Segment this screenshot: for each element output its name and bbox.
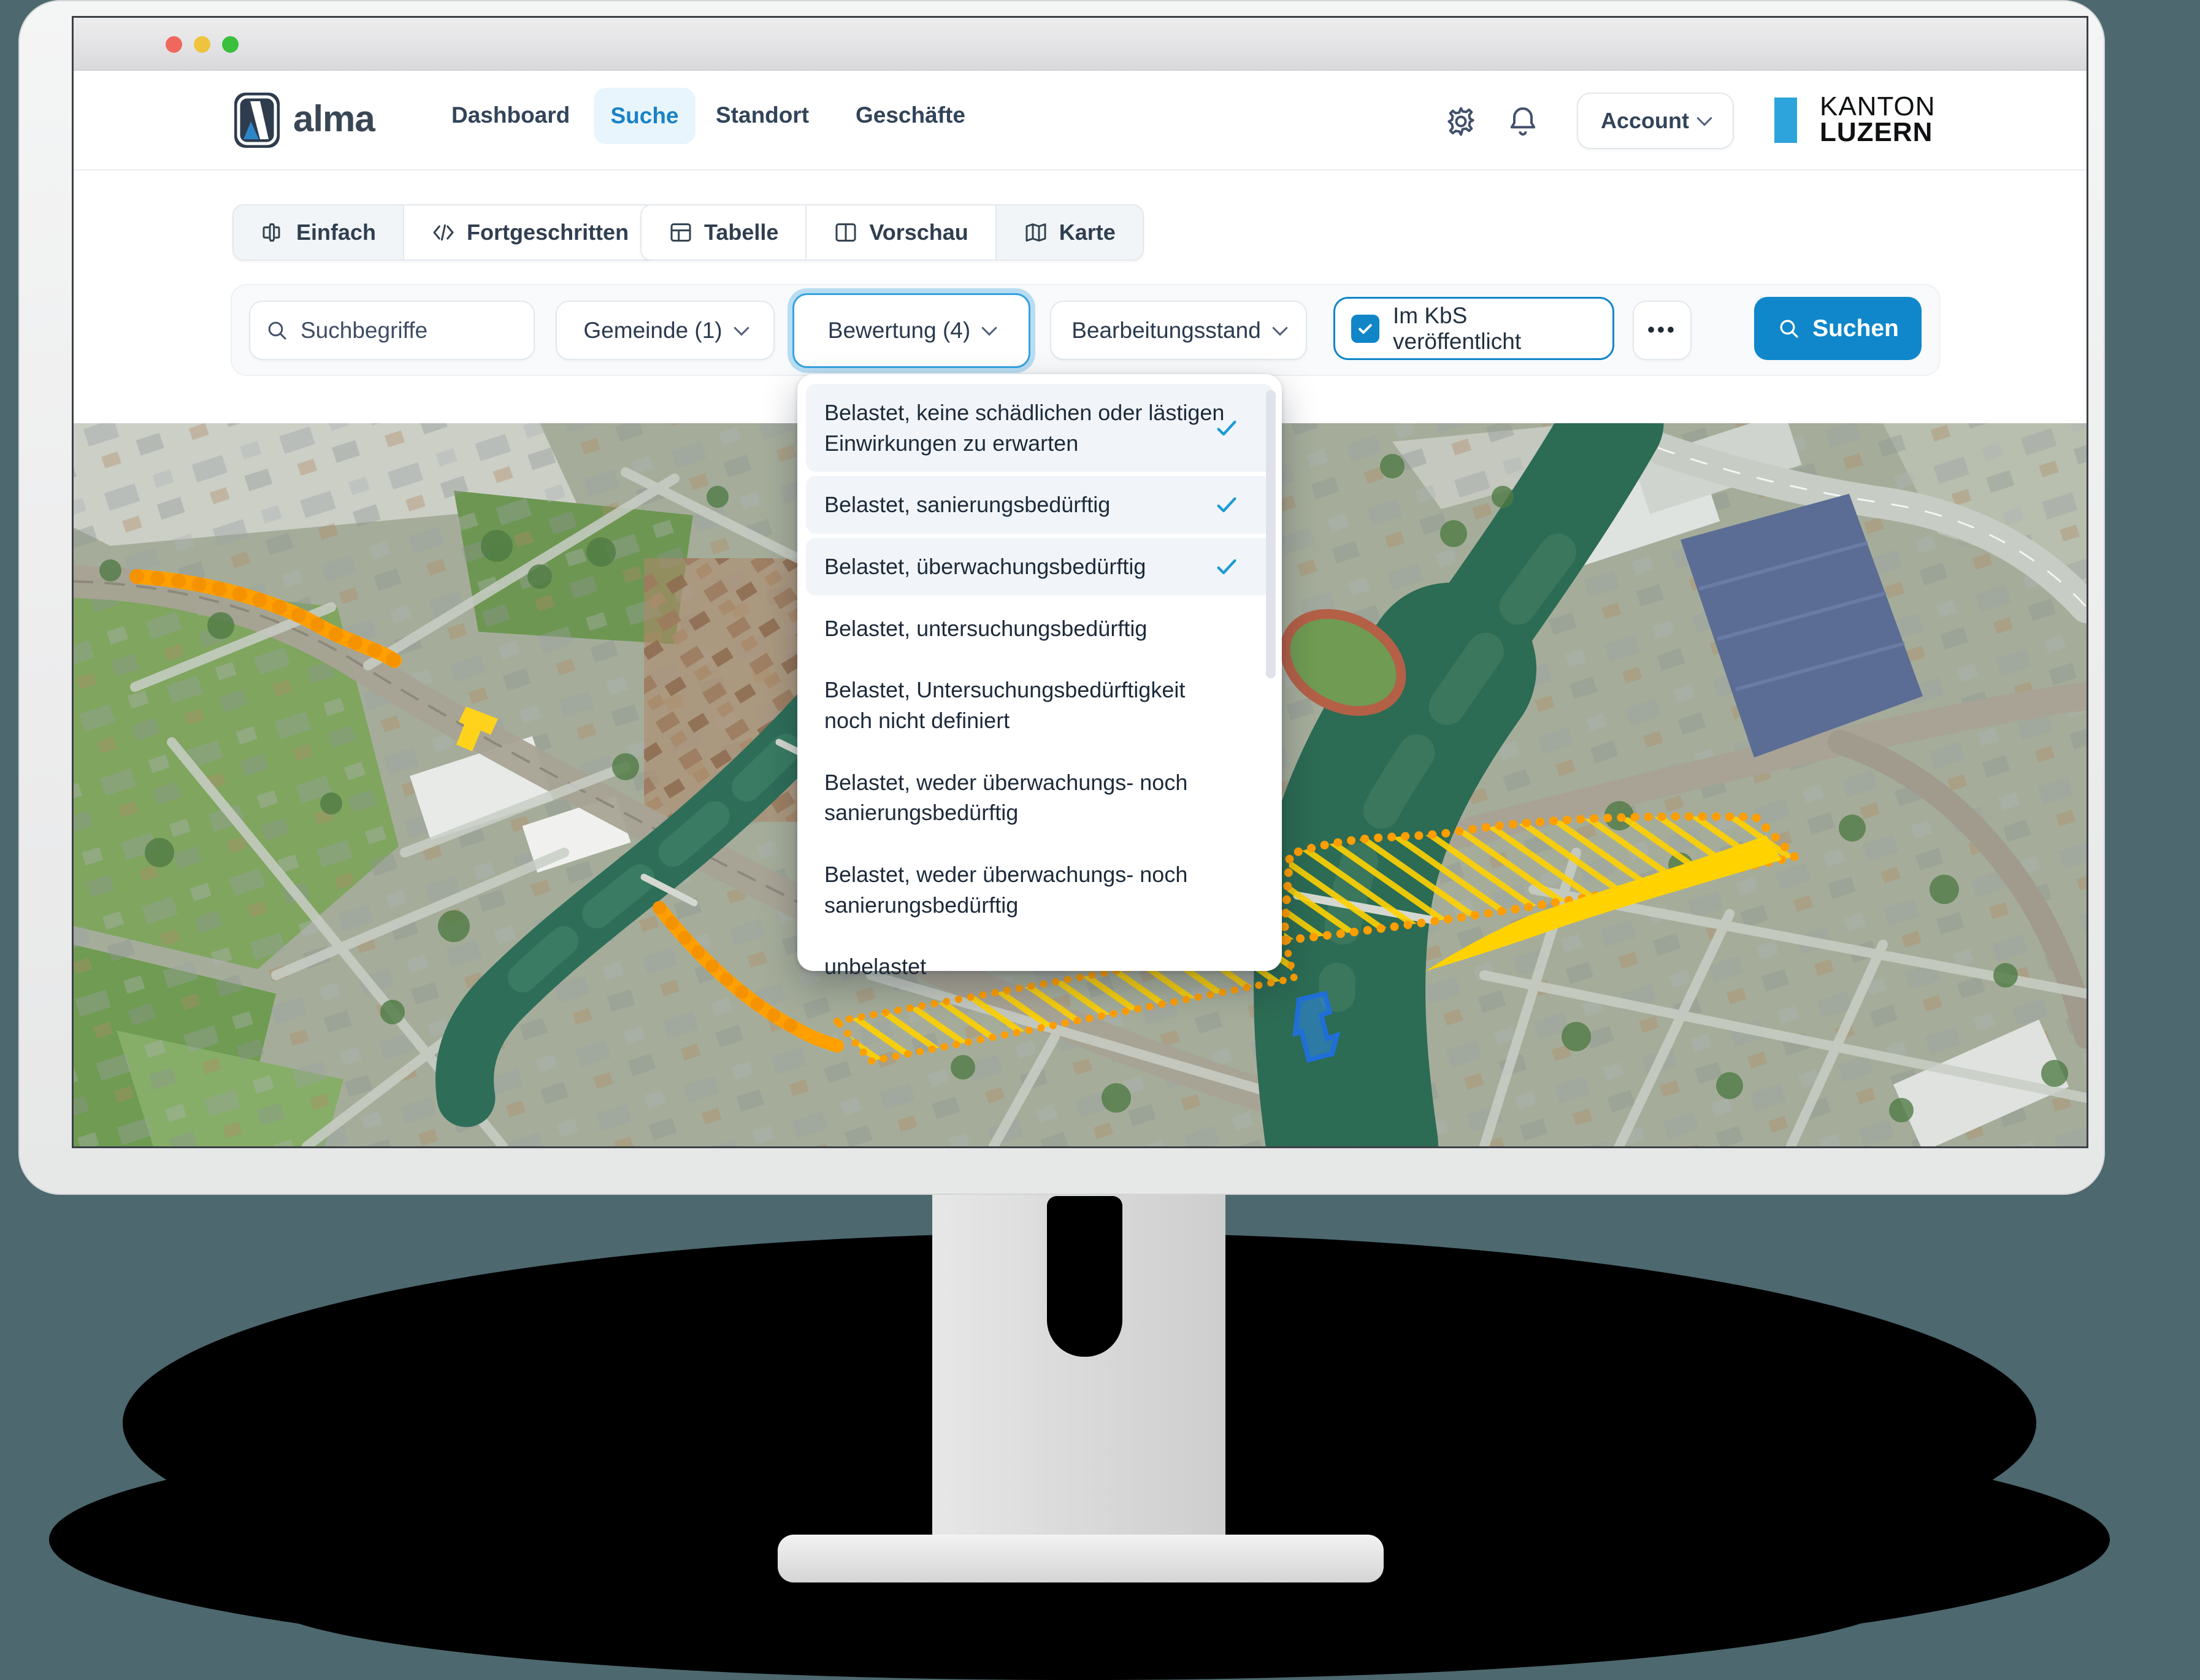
bewertung-option[interactable]: Belastet, überwachungsbedürftig <box>806 538 1273 596</box>
kanton-luzern-logo-bar <box>1774 98 1797 143</box>
view-vorschau-button[interactable]: Vorschau <box>807 205 996 259</box>
monitor-stand-neck <box>932 1194 1225 1546</box>
split-view-icon <box>834 220 858 245</box>
nav-item-suche[interactable]: Suche <box>594 88 696 144</box>
input-cursor-icon <box>261 220 285 245</box>
chevron-down-icon <box>1696 110 1712 126</box>
chevron-down-icon <box>981 320 997 336</box>
search-icon <box>265 318 289 343</box>
check-icon <box>1214 493 1239 517</box>
app-header: alma Dashboard Suche Standort Geschäfte … <box>74 71 2087 171</box>
mode-einfach-label: Einfach <box>296 220 376 245</box>
browser-window: alma Dashboard Suche Standort Geschäfte … <box>74 18 2087 1146</box>
settings-gear-icon[interactable] <box>1444 104 1478 139</box>
check-icon <box>1214 554 1239 579</box>
close-window-button[interactable] <box>166 36 182 53</box>
view-karte-label: Karte <box>1059 220 1116 245</box>
notifications-bell-icon[interactable] <box>1506 104 1540 139</box>
search-input[interactable] <box>301 318 509 343</box>
mode-fortgeschritten-button[interactable]: Fortgeschritten <box>404 205 656 259</box>
checkbox-checked-icon <box>1351 315 1379 343</box>
monitor-stand-base <box>778 1535 1384 1582</box>
view-tabelle-label: Tabelle <box>704 220 778 245</box>
option-label: Belastet, weder überwachungs- noch sanie… <box>824 862 1187 918</box>
bewertung-option[interactable]: Belastet, weder überwachungs- noch sanie… <box>806 846 1273 934</box>
option-label: Belastet, überwachungsbedürftig <box>824 554 1146 579</box>
kbs-published-checkbox[interactable]: Im KbS veröffentlicht <box>1333 297 1614 360</box>
more-filters-button[interactable]: ••• <box>1633 301 1692 360</box>
bewertung-filter-label: Bewertung (4) <box>828 318 970 343</box>
search-mode-toggle: Einfach Fortgeschritten <box>232 204 657 261</box>
view-toggle: Tabelle Vorschau Karte <box>640 204 1144 261</box>
search-submit-button[interactable]: Suchen <box>1754 297 1922 360</box>
nav-item-geschaefte[interactable]: Geschäfte <box>856 102 965 128</box>
ellipsis-icon: ••• <box>1647 318 1677 342</box>
option-label: Belastet, sanierungsbedürftig <box>824 492 1110 517</box>
search-field <box>249 301 535 360</box>
table-icon <box>669 220 693 245</box>
option-label: Belastet, weder überwachungs- noch sanie… <box>824 770 1187 826</box>
check-icon <box>1214 416 1239 440</box>
nav-item-standort[interactable]: Standort <box>716 102 809 128</box>
bewertung-option[interactable]: unbelastet <box>806 938 1273 995</box>
mode-fortgeschritten-label: Fortgeschritten <box>467 220 629 245</box>
view-tabelle-button[interactable]: Tabelle <box>642 205 807 259</box>
bewertung-option[interactable]: Belastet, weder überwachungs- noch sanie… <box>806 754 1273 842</box>
bewertung-option[interactable]: Belastet, keine schädlichen oder lästige… <box>806 384 1273 472</box>
bewertung-option[interactable]: Belastet, sanierungsbedürftig <box>806 476 1273 534</box>
bearbeitungsstand-filter-label: Bearbeitungsstand <box>1071 318 1261 343</box>
search-submit-label: Suchen <box>1812 315 1899 342</box>
account-label: Account <box>1601 108 1689 134</box>
kanton-line1: KANTON <box>1820 94 1936 120</box>
option-label: unbelastet <box>824 954 926 979</box>
bewertung-option[interactable]: Belastet, untersuchungsbedürftig <box>806 600 1273 658</box>
view-vorschau-label: Vorschau <box>869 220 968 245</box>
nav-item-dashboard[interactable]: Dashboard <box>451 102 570 128</box>
brand-name: alma <box>293 98 375 140</box>
option-label: Belastet, Untersuchungsbedürftigkeit noc… <box>824 677 1185 733</box>
view-karte-button[interactable]: Karte <box>997 205 1143 259</box>
search-icon <box>1777 316 1801 341</box>
bewertung-option[interactable]: Belastet, Untersuchungsbedürftigkeit noc… <box>806 661 1273 749</box>
minimize-window-button[interactable] <box>194 36 210 53</box>
option-label: Belastet, untersuchungsbedürftig <box>824 616 1147 641</box>
bewertung-options-dropdown: Belastet, keine schädlichen oder lästige… <box>797 374 1282 971</box>
dropdown-scrollbar[interactable] <box>1266 390 1276 678</box>
gemeinde-filter-label: Gemeinde (1) <box>583 318 722 343</box>
alma-logo-icon <box>234 93 280 148</box>
map-icon <box>1024 220 1048 245</box>
window-titlebar <box>74 18 2087 71</box>
kanton-luzern-logo: KANTON LUZERN <box>1820 94 1936 145</box>
code-icon <box>431 220 456 245</box>
bearbeitungsstand-filter-dropdown[interactable]: Bearbeitungsstand <box>1050 301 1307 360</box>
bewertung-filter-dropdown[interactable]: Bewertung (4) <box>792 293 1030 368</box>
mode-einfach-button[interactable]: Einfach <box>234 205 404 259</box>
kbs-published-label: Im KbS veröffentlicht <box>1393 303 1596 355</box>
option-label: Belastet, keine schädlichen oder lästige… <box>824 400 1224 456</box>
kanton-line2: LUZERN <box>1820 120 1936 145</box>
chevron-down-icon <box>734 320 749 336</box>
gemeinde-filter-dropdown[interactable]: Gemeinde (1) <box>556 301 775 360</box>
monitor-cable-slot <box>1047 1196 1122 1357</box>
account-menu-button[interactable]: Account <box>1577 93 1734 149</box>
chevron-down-icon <box>1272 320 1287 336</box>
maximize-window-button[interactable] <box>222 36 239 53</box>
